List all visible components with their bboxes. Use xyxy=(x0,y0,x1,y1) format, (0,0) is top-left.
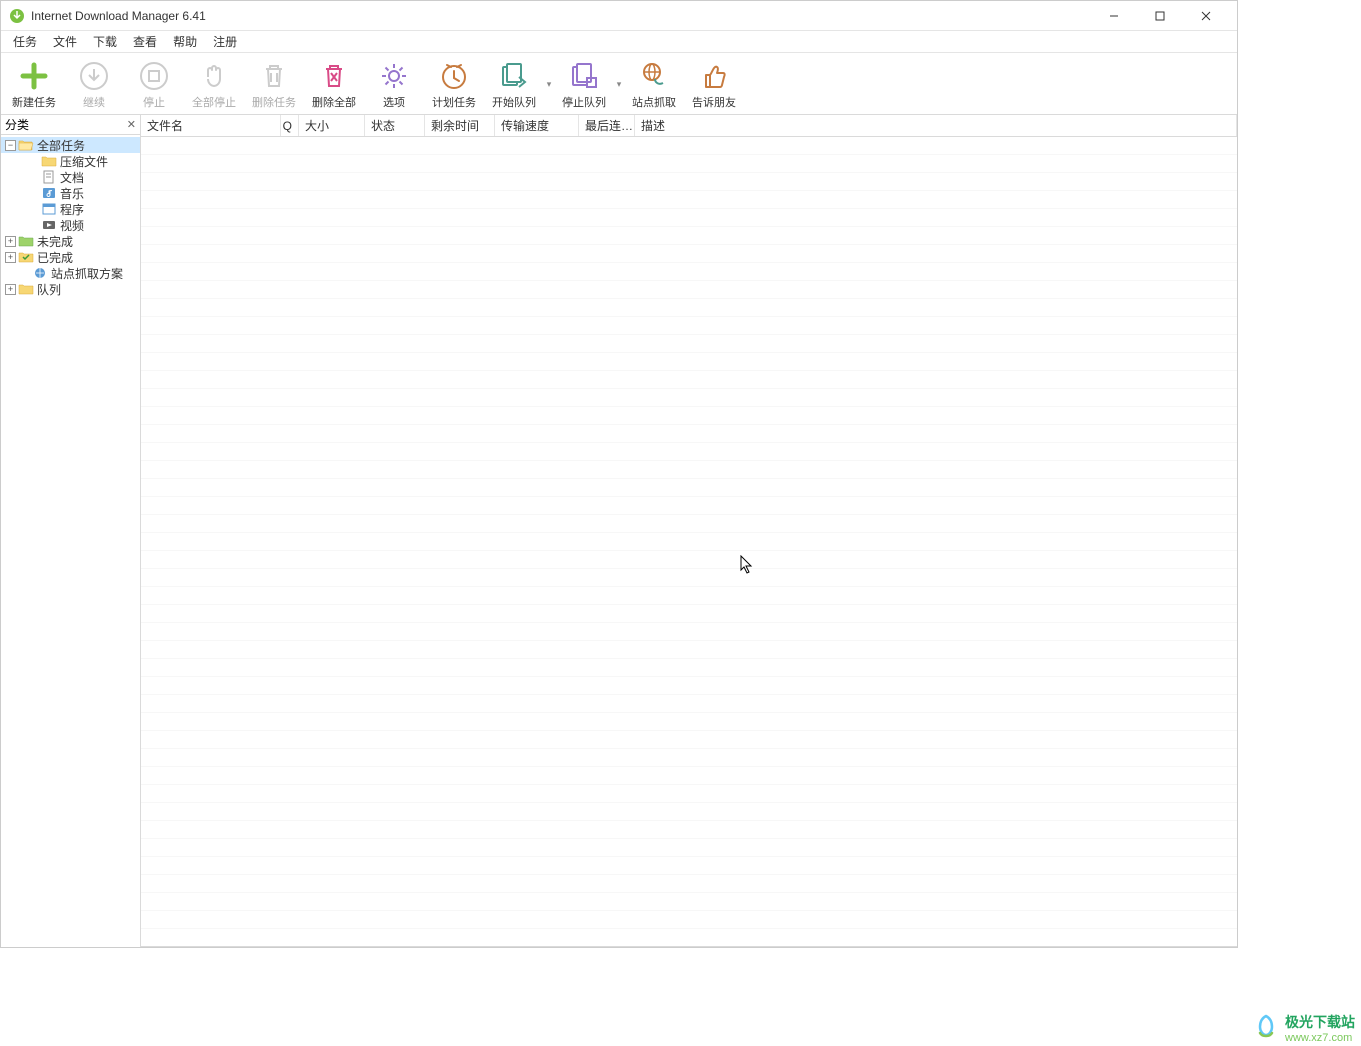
tb-start-queue-dropdown[interactable]: ▾ xyxy=(545,57,553,111)
folder-icon xyxy=(18,282,34,296)
music-icon xyxy=(41,186,57,200)
hand-icon xyxy=(197,59,231,93)
tb-delete-all[interactable]: 删除全部 xyxy=(305,57,363,112)
watermark-icon xyxy=(1251,1013,1281,1043)
sidebar-title: 分类 xyxy=(5,116,29,133)
plus-icon xyxy=(17,59,51,93)
col-time-left[interactable]: 剩余时间 xyxy=(425,115,495,136)
globe-grab-icon xyxy=(637,59,671,93)
folder-check-icon xyxy=(18,250,34,264)
folder-open-icon xyxy=(18,138,34,152)
window-title: Internet Download Manager 6.41 xyxy=(31,9,1091,23)
col-size[interactable]: 大小 xyxy=(299,115,365,136)
app-icon xyxy=(9,8,25,24)
tb-start-queue[interactable]: 开始队列 xyxy=(485,57,543,112)
sidebar: 分类 ✕ − 全部任务 压缩文件 文档 音 xyxy=(1,115,141,947)
col-speed[interactable]: 传输速度 xyxy=(495,115,579,136)
list-body[interactable] xyxy=(141,137,1237,947)
tb-stop[interactable]: 停止 xyxy=(125,57,183,112)
watermark-text: 极光下载站 xyxy=(1285,1014,1355,1030)
expand-icon[interactable]: + xyxy=(5,284,16,295)
tb-stop-queue[interactable]: 停止队列 xyxy=(555,57,613,112)
tree-grabber-projects[interactable]: 站点抓取方案 xyxy=(1,265,140,281)
collapse-icon[interactable]: − xyxy=(5,140,16,151)
trash-all-icon xyxy=(317,59,351,93)
tb-new-task[interactable]: 新建任务 xyxy=(5,57,63,112)
tb-resume[interactable]: 继续 xyxy=(65,57,123,112)
maximize-button[interactable] xyxy=(1137,1,1183,31)
sidebar-close-button[interactable]: ✕ xyxy=(127,118,136,131)
menu-register[interactable]: 注册 xyxy=(205,31,245,52)
folder-green-icon xyxy=(18,234,34,248)
tree-music[interactable]: 音乐 xyxy=(1,185,140,201)
sidebar-header: 分类 ✕ xyxy=(1,115,140,135)
thumbs-up-icon xyxy=(697,59,731,93)
document-icon xyxy=(41,170,57,184)
tb-schedule[interactable]: 计划任务 xyxy=(425,57,483,112)
menu-downloads[interactable]: 下载 xyxy=(85,31,125,52)
tb-grabber[interactable]: 站点抓取 xyxy=(625,57,683,112)
menu-view[interactable]: 查看 xyxy=(125,31,165,52)
grabber-icon xyxy=(32,266,48,280)
video-icon xyxy=(41,218,57,232)
col-status[interactable]: 状态 xyxy=(365,115,425,136)
list-header: 文件名 Q 大小 状态 剩余时间 传输速度 最后连… 描述 xyxy=(141,115,1237,137)
col-filename[interactable]: 文件名 xyxy=(141,115,281,136)
tb-delete[interactable]: 删除任务 xyxy=(245,57,303,112)
download-list: 文件名 Q 大小 状态 剩余时间 传输速度 最后连… 描述 xyxy=(141,115,1237,947)
trash-icon xyxy=(257,59,291,93)
app-icon xyxy=(41,202,57,216)
watermark: 极光下载站 www.xz7.com xyxy=(1251,1012,1355,1044)
tree-videos[interactable]: 视频 xyxy=(1,217,140,233)
toolbar: 新建任务 继续 停止 全部停止 删除任务 删除全部 选项 计划任务 xyxy=(1,53,1237,115)
gear-icon xyxy=(377,59,411,93)
col-last-try[interactable]: 最后连… xyxy=(579,115,635,136)
download-icon xyxy=(77,59,111,93)
expand-icon[interactable]: + xyxy=(5,252,16,263)
minimize-button[interactable] xyxy=(1091,1,1137,31)
tb-options[interactable]: 选项 xyxy=(365,57,423,112)
stop-icon xyxy=(137,59,171,93)
col-q[interactable]: Q xyxy=(281,115,299,136)
tree-documents[interactable]: 文档 xyxy=(1,169,140,185)
menubar: 任务 文件 下载 查看 帮助 注册 xyxy=(1,31,1237,53)
tb-stop-queue-dropdown[interactable]: ▾ xyxy=(615,57,623,111)
tree-compressed[interactable]: 压缩文件 xyxy=(1,153,140,169)
queue-stop-icon xyxy=(567,59,601,93)
titlebar: Internet Download Manager 6.41 xyxy=(1,1,1237,31)
clock-icon xyxy=(437,59,471,93)
tb-tell-friend[interactable]: 告诉朋友 xyxy=(685,57,743,112)
expand-icon[interactable]: + xyxy=(5,236,16,247)
tree-programs[interactable]: 程序 xyxy=(1,201,140,217)
tree-queues[interactable]: + 队列 xyxy=(1,281,140,297)
tree-all-tasks[interactable]: − 全部任务 xyxy=(1,137,140,153)
close-button[interactable] xyxy=(1183,1,1229,31)
watermark-url: www.xz7.com xyxy=(1285,1032,1355,1044)
queue-start-icon xyxy=(497,59,531,93)
menu-help[interactable]: 帮助 xyxy=(165,31,205,52)
tree-unfinished[interactable]: + 未完成 xyxy=(1,233,140,249)
folder-icon xyxy=(41,154,57,168)
tb-stop-all[interactable]: 全部停止 xyxy=(185,57,243,112)
menu-file[interactable]: 文件 xyxy=(45,31,85,52)
col-description[interactable]: 描述 xyxy=(635,115,1237,136)
category-tree: − 全部任务 压缩文件 文档 音乐 程序 xyxy=(1,135,140,299)
menu-tasks[interactable]: 任务 xyxy=(5,31,45,52)
tree-finished[interactable]: + 已完成 xyxy=(1,249,140,265)
